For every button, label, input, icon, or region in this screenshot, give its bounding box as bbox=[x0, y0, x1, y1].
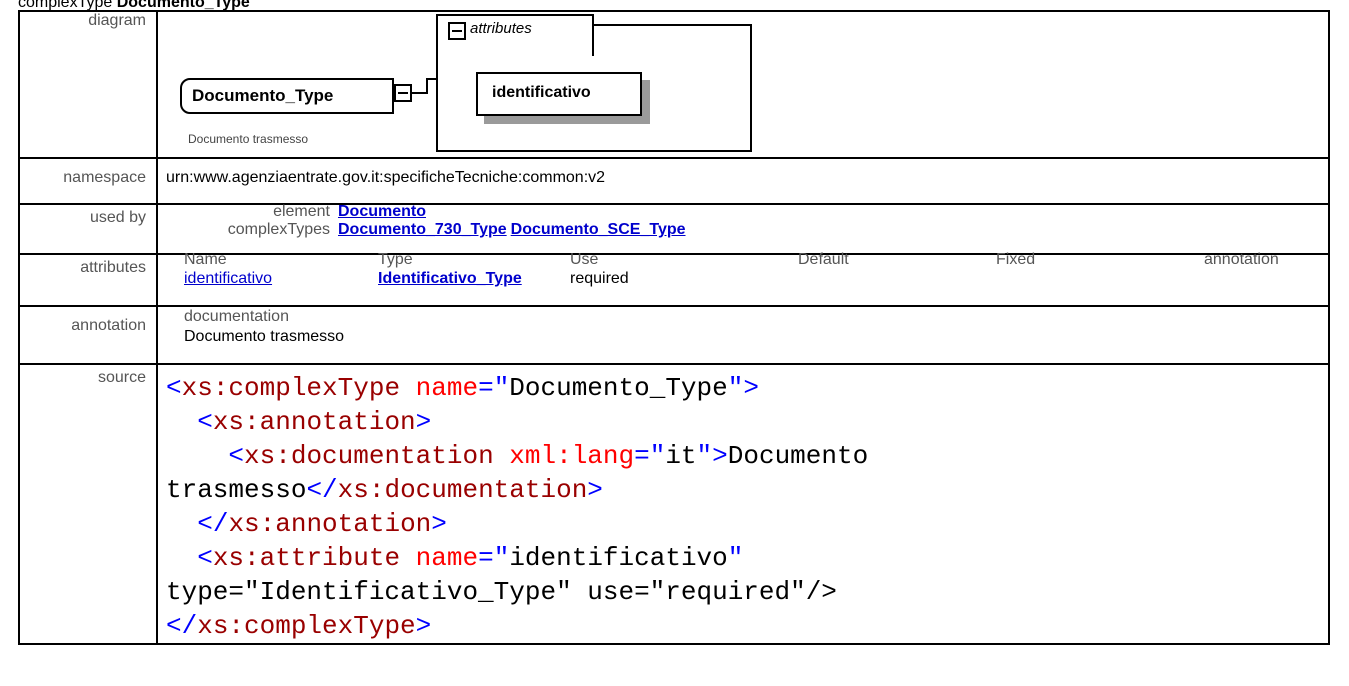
used-by-label: used by bbox=[18, 203, 158, 255]
namespace-value: urn:www.agenziaentrate.gov.it:specifiche… bbox=[156, 157, 1330, 205]
used-by-complextype-link[interactable]: Documento_SCE_Type bbox=[511, 221, 686, 238]
column-header: annotation bbox=[1204, 251, 1279, 268]
used-by-element-link[interactable]: Documento bbox=[338, 203, 426, 220]
namespace-row: namespace urn:www.agenziaentrate.gov.it:… bbox=[18, 157, 1330, 205]
attribute-default bbox=[798, 269, 996, 289]
annotation-heading: documentation bbox=[184, 308, 289, 325]
source-label: source bbox=[18, 363, 158, 645]
attributes-group-title: attributes bbox=[470, 20, 532, 37]
attribute-fixed bbox=[996, 269, 1204, 289]
column-header: Fixed bbox=[996, 251, 1036, 268]
connector-line bbox=[426, 78, 428, 94]
element-node[interactable]: Documento_Type bbox=[180, 78, 394, 114]
schema-diagram: Documento_Type Documento trasmesso attri… bbox=[158, 12, 1328, 157]
namespace-label: namespace bbox=[18, 157, 158, 205]
annotation-text: Documento trasmesso bbox=[184, 328, 345, 345]
used-by-grid: element Documento complexTypes Documento… bbox=[158, 203, 1328, 239]
element-node-name: Documento_Type bbox=[192, 86, 334, 105]
annotation-row: annotation documentation Documento trasm… bbox=[18, 305, 1330, 365]
used-by-complextype-link[interactable]: Documento_730_Type bbox=[338, 221, 507, 238]
attributes-label: attributes bbox=[18, 253, 158, 307]
element-node-doc: Documento trasmesso bbox=[188, 132, 309, 146]
column-header: Name bbox=[184, 251, 227, 268]
column-header: Use bbox=[570, 251, 599, 268]
attributes-table: Name Type Use Default Fixed annotation i… bbox=[158, 251, 1328, 289]
schema-doc-table: diagram Documento_Type Documento trasmes… bbox=[18, 10, 1330, 645]
diagram-label: diagram bbox=[18, 10, 158, 159]
collapse-icon[interactable] bbox=[448, 22, 466, 40]
connector-line bbox=[426, 78, 436, 80]
attribute-type-link[interactable]: Identificativo_Type bbox=[378, 270, 522, 287]
source-code: <xs:complexType name="Documento_Type"> <… bbox=[166, 373, 869, 641]
attribute-use: required bbox=[570, 270, 629, 287]
annotation-block: documentation Documento trasmesso bbox=[158, 307, 1328, 347]
used-by-complextypes-label: complexTypes bbox=[227, 221, 330, 238]
diagram-row: diagram Documento_Type Documento trasmes… bbox=[18, 10, 1330, 159]
connector-line bbox=[410, 92, 426, 94]
annotation-label: annotation bbox=[18, 305, 158, 365]
attribute-name-link[interactable]: identificativo bbox=[184, 270, 272, 287]
column-header: Default bbox=[798, 251, 849, 268]
source-row: source <xs:complexType name="Documento_T… bbox=[18, 363, 1330, 645]
used-by-row: used by element Documento complexTypes D… bbox=[18, 203, 1330, 255]
used-by-element-label: element bbox=[273, 203, 330, 220]
attribute-node[interactable]: identificativo bbox=[476, 72, 642, 116]
attributes-row: attributes Name Type Use Default Fixed a… bbox=[18, 251, 1330, 307]
attribute-annotation bbox=[1204, 269, 1328, 289]
column-header: Type bbox=[378, 251, 413, 268]
attribute-node-name: identificativo bbox=[492, 84, 591, 101]
